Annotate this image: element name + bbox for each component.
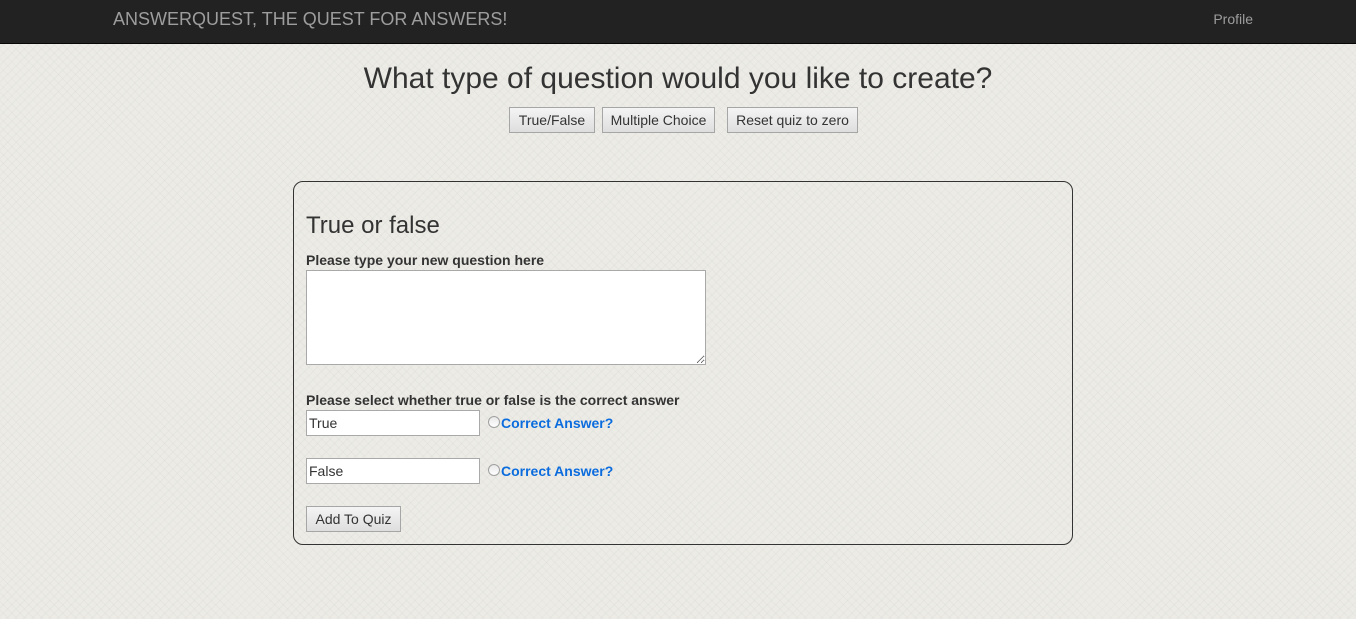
add-to-quiz-button[interactable]: Add To Quiz — [306, 506, 401, 532]
answer-true-radio[interactable] — [488, 416, 500, 428]
answer-false-radio[interactable] — [488, 464, 500, 476]
answer-true-input[interactable] — [306, 410, 480, 436]
multiple-choice-button[interactable]: Multiple Choice — [602, 107, 715, 133]
page-title: What type of question would you like to … — [363, 62, 993, 95]
form-title: True or false — [306, 212, 440, 239]
brand-link[interactable]: ANSWERQUEST, THE QUEST FOR ANSWERS! — [113, 9, 507, 30]
question-label: Please type your new question here — [306, 252, 545, 268]
profile-link[interactable]: Profile — [1213, 11, 1253, 27]
top-navbar: ANSWERQUEST, THE QUEST FOR ANSWERS! Prof… — [0, 0, 1356, 44]
correct-answer-true-link[interactable]: Correct Answer? — [501, 415, 613, 431]
answer-false-input[interactable] — [306, 458, 480, 484]
true-false-button[interactable]: True/False — [509, 107, 595, 133]
question-textarea[interactable] — [306, 270, 706, 365]
answer-select-label: Please select whether true or false is t… — [306, 392, 680, 408]
correct-answer-false-link[interactable]: Correct Answer? — [501, 463, 613, 479]
reset-quiz-button[interactable]: Reset quiz to zero — [727, 107, 858, 133]
